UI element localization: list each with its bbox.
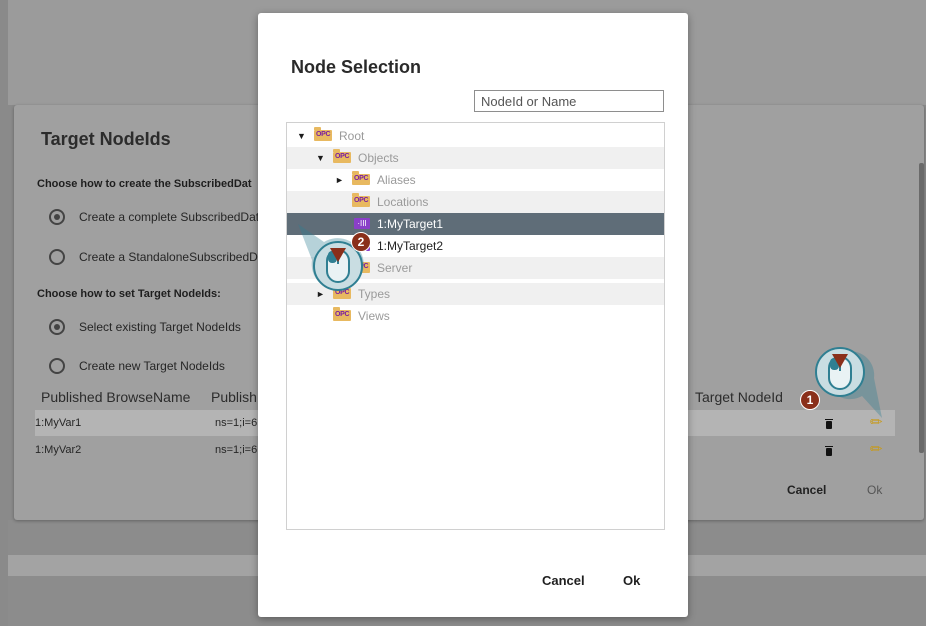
caret-right-icon[interactable]: ► [335,175,344,185]
tree-node-label: Aliases [377,173,416,187]
node-selection-dialog: Node Selection ▼ OPC Root ▼ OPC Objects … [258,13,688,617]
col-header-published: Publish [211,389,257,405]
radio-standalone[interactable] [49,249,65,265]
option-standalone[interactable]: Create a StandaloneSubscribedD [49,249,258,265]
option-complete-label: Create a complete SubscribedDat [79,210,260,224]
cancel-button[interactable]: Cancel [787,483,826,497]
cell-published: ns=1;i=6 [215,417,258,429]
tree-node-label: Server [377,261,413,275]
modal-title: Node Selection [291,57,422,77]
step-badge-1: 1 [800,390,820,410]
tree-node-label: 1:MyTarget2 [377,239,444,253]
folder-icon: OPC [314,127,332,141]
mouse-click-callout-1 [815,347,882,418]
caret-down-icon[interactable]: ▼ [316,153,325,163]
step-badge-2: 2 [351,232,371,252]
folder-icon: OPC [333,149,351,163]
col-header-browse-name: Published BrowseName [41,389,191,405]
tree-node-aliases[interactable]: ► OPC Aliases [287,169,664,191]
modal-ok-button[interactable]: Ok [623,573,640,588]
tree-node-label: Root [339,129,365,143]
edit-pencil-icon[interactable]: ✏ [870,440,883,458]
tree-node-label: Objects [358,151,399,165]
folder-icon: OPC [333,307,351,321]
scrollbar[interactable] [919,163,924,453]
radio-complete[interactable] [49,209,65,225]
option-create-new-label: Create new Target NodeIds [79,359,225,373]
caret-down-icon[interactable]: ▼ [297,131,306,141]
cell-published: ns=1;i=6 [215,444,258,456]
tree-node-views[interactable]: OPC Views [287,305,664,327]
dialog-title: Target NodeIds [41,129,171,149]
section-create-label: Choose how to create the SubscribedDat [37,178,252,190]
tree-node-objects[interactable]: ▼ OPC Objects [287,147,664,169]
option-standalone-label: Create a StandaloneSubscribedD [79,250,258,264]
search-input[interactable] [474,90,664,112]
option-create-new[interactable]: Create new Target NodeIds [49,358,225,374]
cell-browse-name: 1:MyVar1 [35,417,82,429]
option-complete[interactable]: Create a complete SubscribedDat [49,209,259,225]
radio-select-existing[interactable] [49,319,65,335]
folder-icon: OPC [352,171,370,185]
ok-button[interactable]: Ok [867,483,882,497]
delete-icon[interactable] [825,446,833,456]
radio-create-new[interactable] [49,358,65,374]
section-target-label: Choose how to set Target NodeIds: [37,288,221,300]
col-header-target-nodeid: Target NodeId [695,389,783,405]
node-tree[interactable]: ▼ OPC Root ▼ OPC Objects ► OPC Aliases O… [286,122,665,530]
folder-icon: OPC [352,193,370,207]
tree-node-root[interactable]: ▼ OPC Root [287,125,664,147]
tree-node-locations[interactable]: OPC Locations [287,191,664,213]
tree-node-label: Locations [377,195,429,209]
tree-node-label: 1:MyTarget1 [377,217,444,231]
modal-cancel-button[interactable]: Cancel [542,573,585,588]
tree-node-label: Views [358,309,390,323]
option-select-existing-label: Select existing Target NodeIds [79,320,241,334]
cell-browse-name: 1:MyVar2 [35,444,82,456]
option-select-existing[interactable]: Select existing Target NodeIds [49,319,241,335]
